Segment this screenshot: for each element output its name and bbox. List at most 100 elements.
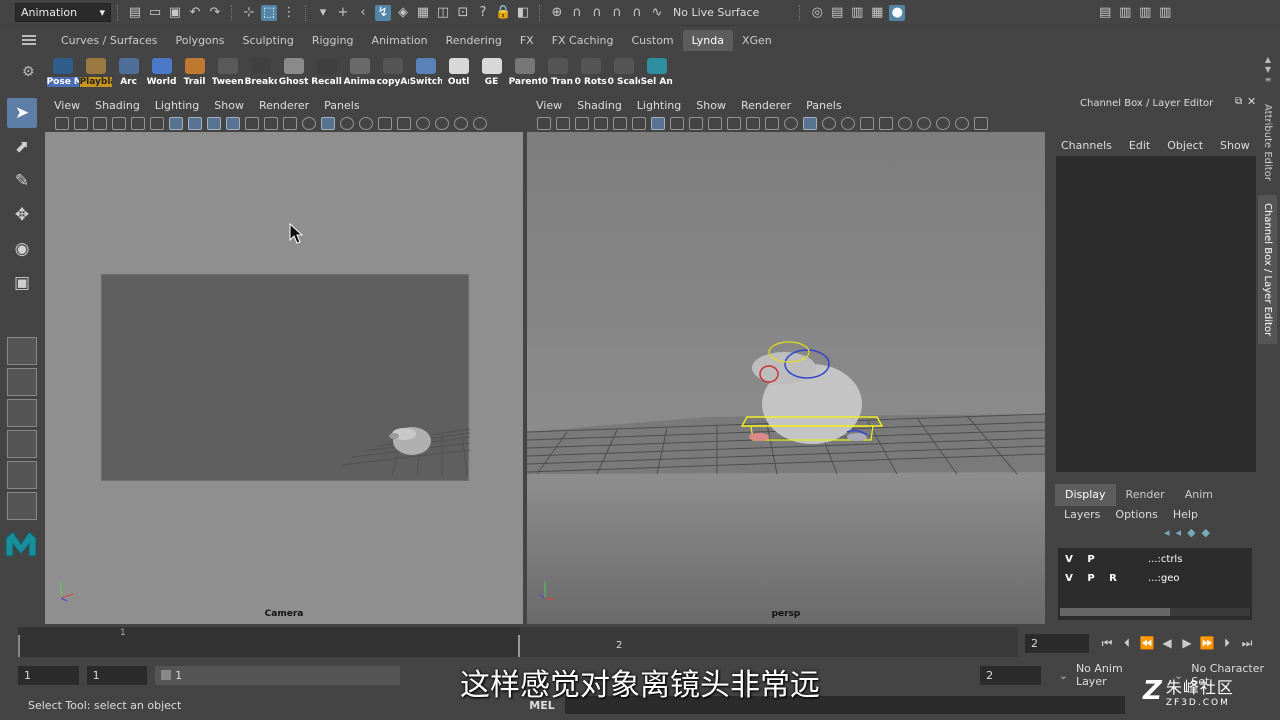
four-pane-layout-icon[interactable]: [7, 368, 37, 396]
mask-dropdown-icon[interactable]: ▾: [315, 5, 331, 21]
motion-blur-icon[interactable]: [936, 116, 950, 130]
shelf-tab-xgen[interactable]: XGen: [733, 30, 781, 51]
tab-attribute-editor[interactable]: Attribute Editor: [1258, 96, 1277, 189]
show-menu[interactable]: Show: [1220, 139, 1250, 152]
tab-render[interactable]: Render: [1116, 484, 1175, 506]
shelf-button[interactable]: GE: [476, 56, 508, 88]
two-d-pan-icon[interactable]: [131, 116, 145, 130]
select-component-icon[interactable]: ⋮: [281, 5, 297, 21]
image-plane-icon[interactable]: [112, 116, 126, 130]
wireframe-icon[interactable]: [302, 116, 316, 130]
shelf-button[interactable]: Parent: [509, 56, 541, 88]
image-plane-icon[interactable]: [594, 116, 608, 130]
new-layer-from-selection-icon[interactable]: ◆: [1202, 526, 1210, 539]
tab-anim[interactable]: Anim: [1175, 484, 1223, 506]
shelf-tab-polygons[interactable]: Polygons: [167, 30, 234, 51]
highlight-icon[interactable]: ◧: [515, 5, 531, 21]
shelf-button[interactable]: Pose M: [46, 56, 79, 88]
select-rendering-icon[interactable]: ⊡: [455, 5, 471, 21]
safe-title-icon[interactable]: [283, 116, 297, 130]
grid-icon[interactable]: [169, 116, 183, 130]
float-panel-icon[interactable]: ⧉: [1235, 96, 1242, 107]
shelf-tab-rigging[interactable]: Rigging: [303, 30, 363, 51]
select-dynamics-icon[interactable]: ◫: [435, 5, 451, 21]
resolution-gate-icon[interactable]: [689, 116, 703, 130]
play-forwards-icon[interactable]: ▶: [1177, 636, 1197, 650]
select-hierarchy-icon[interactable]: ⊹: [241, 5, 257, 21]
shadows-icon[interactable]: [898, 116, 912, 130]
smooth-shade-icon[interactable]: [803, 116, 817, 130]
lighting-menu[interactable]: Lighting: [155, 99, 199, 112]
go-to-start-icon[interactable]: ⏮: [1097, 636, 1117, 651]
step-forward-key-icon[interactable]: ⏩: [1197, 636, 1217, 650]
layer-visibility[interactable]: V: [1058, 554, 1080, 565]
camera-attr-icon[interactable]: [556, 116, 570, 130]
save-scene-icon[interactable]: ▣: [167, 5, 183, 21]
select-surfaces-icon[interactable]: ◈: [395, 5, 411, 21]
stacked-layout-icon[interactable]: [7, 492, 37, 520]
snap-grid-icon[interactable]: ⊕: [549, 5, 565, 21]
select-misc-icon[interactable]: ?: [475, 5, 491, 21]
select-tool-icon[interactable]: ➤: [7, 98, 37, 128]
shelf-button[interactable]: Switch: [410, 56, 442, 88]
step-forward-frame-icon[interactable]: ⏵: [1217, 636, 1237, 651]
live-surface-icon[interactable]: ∿: [649, 5, 665, 21]
shelf-menu-icon[interactable]: [22, 35, 36, 45]
ipr-render-icon[interactable]: ▥: [849, 5, 865, 21]
toggle-channel-icon[interactable]: ▥: [1157, 5, 1173, 21]
select-curves-icon[interactable]: ↯: [375, 4, 391, 21]
default-material-icon[interactable]: [340, 116, 354, 130]
step-back-key-icon[interactable]: ⏪: [1137, 636, 1157, 650]
panels-menu[interactable]: Panels: [324, 99, 359, 112]
snap-surface-icon[interactable]: ∩: [629, 5, 645, 21]
two-d-pan-icon[interactable]: [613, 116, 627, 130]
layer-playback[interactable]: P: [1080, 573, 1102, 584]
select-joints-icon[interactable]: ‹: [355, 5, 371, 21]
layer-reference[interactable]: R: [1102, 573, 1124, 584]
layer-playback[interactable]: P: [1080, 554, 1102, 565]
render-frame-icon[interactable]: ▤: [829, 5, 845, 21]
shelf-button[interactable]: Playbla: [79, 56, 112, 88]
grease-pencil-icon[interactable]: [632, 116, 646, 130]
menu-set-select[interactable]: Animation ▾: [15, 3, 111, 22]
shelf-scroll[interactable]: ▲ ▼ ≡: [1262, 55, 1274, 87]
open-scene-icon[interactable]: ▭: [147, 5, 163, 21]
shelf-button[interactable]: World: [146, 56, 178, 88]
shelf-button[interactable]: Sel Ani: [641, 56, 673, 88]
new-scene-icon[interactable]: ▤: [127, 5, 143, 21]
shelf-button[interactable]: Recall: [311, 56, 343, 88]
go-to-end-icon[interactable]: ⏭: [1237, 636, 1257, 651]
hypershade-icon[interactable]: ●: [889, 4, 906, 21]
ambient-occlusion-icon[interactable]: [435, 116, 449, 130]
shelf-button[interactable]: Outl: [443, 56, 475, 88]
lights-icon[interactable]: [397, 116, 411, 130]
object-menu[interactable]: Object: [1167, 139, 1203, 152]
shelf-tab-sculpting[interactable]: Sculpting: [233, 30, 302, 51]
shelf-tab-custom[interactable]: Custom: [623, 30, 683, 51]
edit-menu[interactable]: Edit: [1129, 139, 1150, 152]
workspace-icon[interactable]: ▤: [1097, 5, 1113, 21]
grease-pencil-icon[interactable]: [150, 116, 164, 130]
anti-aliasing-icon[interactable]: [473, 116, 487, 130]
new-empty-layer-icon[interactable]: ◆: [1187, 526, 1195, 539]
undo-icon[interactable]: ↶: [187, 5, 203, 21]
shadows-icon[interactable]: [416, 116, 430, 130]
persp-graph-layout-icon[interactable]: [7, 430, 37, 458]
textured-icon[interactable]: [378, 116, 392, 130]
move-layer-down-icon[interactable]: ◂: [1176, 526, 1182, 539]
camera-view[interactable]: Camera: [45, 132, 523, 624]
scrollbar-thumb[interactable]: [1060, 608, 1170, 616]
shelf-button[interactable]: copyAr: [377, 56, 409, 88]
select-deformers-icon[interactable]: ▦: [415, 5, 431, 21]
view-menu[interactable]: View: [54, 99, 80, 112]
camera-icon[interactable]: [537, 116, 551, 130]
gate-mask-icon[interactable]: [708, 116, 722, 130]
field-chart-icon[interactable]: [245, 116, 259, 130]
persp-view[interactable]: persp: [527, 132, 1045, 624]
wireframe-on-shaded-icon[interactable]: [841, 116, 855, 130]
film-gate-icon[interactable]: [670, 116, 684, 130]
render-view-icon[interactable]: ▦: [869, 5, 885, 21]
smooth-shade-icon[interactable]: [321, 116, 335, 130]
view-menu[interactable]: View: [536, 99, 562, 112]
shelf-tab-fx[interactable]: FX: [511, 30, 543, 51]
